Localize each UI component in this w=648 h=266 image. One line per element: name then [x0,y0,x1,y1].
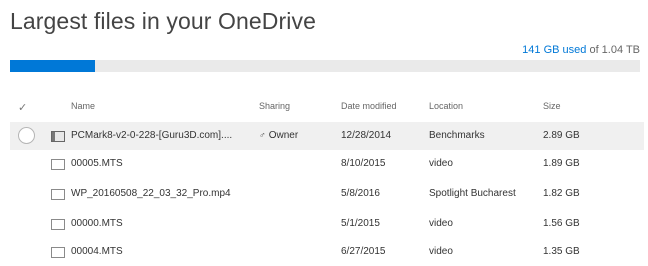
column-header-size[interactable]: Size [543,101,561,111]
video-file-icon [51,219,65,230]
file-size: 2.89 GB [543,130,580,141]
file-size: 1.35 GB [543,246,580,257]
file-name[interactable]: 00005.MTS [71,158,123,169]
zip-file-icon [51,131,65,142]
file-size: 1.56 GB [543,218,580,229]
file-row[interactable]: 00000.MTS 5/1/2015 video 1.56 GB [10,210,644,238]
storage-summary: 141 GB used of 1.04 TB [522,44,640,56]
file-location[interactable]: video [429,218,453,229]
file-location[interactable]: video [429,158,453,169]
file-name[interactable]: PCMark8-v2-0-228-[Guru3D.com].... [71,130,232,141]
file-name[interactable]: WP_20160508_22_03_32_Pro.mp4 [71,188,231,199]
video-file-icon [51,189,65,200]
file-size: 1.89 GB [543,158,580,169]
file-row[interactable]: WP_20160508_22_03_32_Pro.mp4 5/8/2016 Sp… [10,180,644,208]
file-location[interactable]: video [429,246,453,257]
select-all-checkmark-icon[interactable]: ✓ [18,101,27,114]
row-select-radio[interactable] [18,127,35,144]
file-size: 1.82 GB [543,188,580,199]
storage-used-text: 141 GB used [522,44,587,56]
file-name[interactable]: 00000.MTS [71,218,123,229]
video-file-icon [51,247,65,258]
storage-progress-fill [10,60,96,72]
file-row[interactable]: 00004.MTS 6/27/2015 video 1.35 GB [10,238,644,266]
file-row[interactable]: PCMark8-v2-0-228-[Guru3D.com].... ♂ Owner… [10,122,644,150]
column-header-sharing[interactable]: Sharing [259,101,290,111]
column-header-date-modified[interactable]: Date modified [341,101,397,111]
file-location[interactable]: Spotlight Bucharest [429,188,516,199]
column-header-name[interactable]: Name [71,101,95,111]
storage-progress-bar [10,60,640,72]
person-icon: ♂ [259,130,266,140]
file-name[interactable]: 00004.MTS [71,246,123,257]
date-modified: 8/10/2015 [341,158,386,169]
file-list-header: ✓ Name Sharing Date modified Location Si… [0,96,648,118]
date-modified: 5/1/2015 [341,218,380,229]
date-modified: 6/27/2015 [341,246,386,257]
date-modified: 12/28/2014 [341,130,392,141]
date-modified: 5/8/2016 [341,188,380,199]
file-location[interactable]: Benchmarks [429,130,485,141]
page-title: Largest files in your OneDrive [10,8,316,34]
file-row[interactable]: 00005.MTS 8/10/2015 video 1.89 GB [10,150,644,178]
video-file-icon [51,159,65,170]
storage-total-text: of 1.04 TB [586,44,640,56]
sharing-status: ♂ Owner [259,130,299,141]
column-header-location[interactable]: Location [429,101,463,111]
